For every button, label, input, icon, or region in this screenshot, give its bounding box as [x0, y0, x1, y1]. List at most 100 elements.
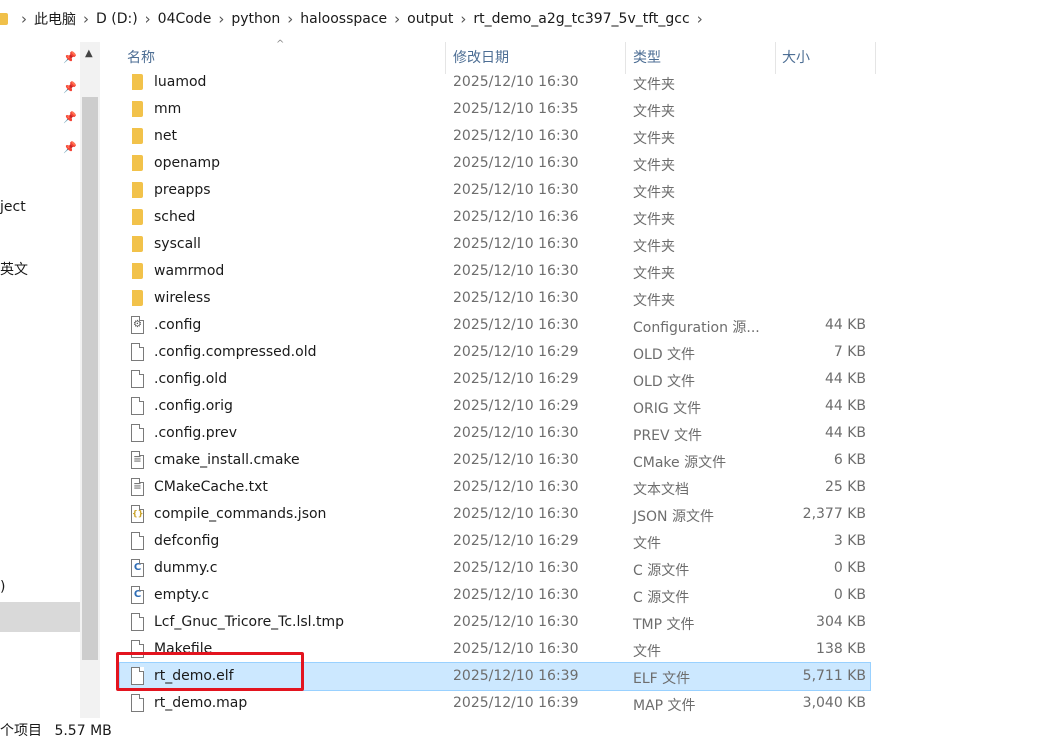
folder-icon: [132, 74, 143, 90]
file-type: 文件夹: [633, 239, 675, 255]
scroll-up-arrow-icon[interactable]: ▲: [85, 48, 93, 59]
file-icon: [131, 532, 144, 550]
folder-icon: [132, 128, 143, 144]
file-type: 文件: [633, 644, 661, 660]
file-size: 3,040 KB: [802, 695, 866, 711]
file-row[interactable]: wamrmod 2025/12/10 16:30 文件夹: [120, 258, 870, 285]
folder-icon: [132, 236, 143, 252]
breadcrumb-04code[interactable]: 04Code: [158, 11, 212, 27]
file-row[interactable]: Cdummy.c 2025/12/10 16:30 C 源文件 0 KB: [120, 555, 870, 582]
file-modified-date: 2025/12/10 16:30: [453, 587, 579, 603]
nav-scrollbar[interactable]: ▲: [80, 42, 100, 718]
file-type: 文件夹: [633, 131, 675, 147]
file-type: PREV 文件: [633, 428, 703, 444]
file-size: 3 KB: [833, 533, 866, 549]
file-modified-date: 2025/12/10 16:30: [453, 560, 579, 576]
file-icon: [131, 370, 144, 388]
file-modified-date: 2025/12/10 16:29: [453, 344, 579, 360]
file-type: 文件夹: [633, 293, 675, 309]
folder-icon: [0, 13, 8, 25]
file-size: 25 KB: [824, 479, 866, 495]
scrollbar-thumb[interactable]: [82, 97, 98, 660]
file-row[interactable]: .config.prev 2025/12/10 16:30 PREV 文件 44 KB: [120, 420, 870, 447]
file-modified-date: 2025/12/10 16:30: [453, 506, 579, 522]
file-modified-date: 2025/12/10 16:30: [453, 236, 579, 252]
file-modified-date: 2025/12/10 16:30: [453, 425, 579, 441]
file-type: OLD 文件: [633, 374, 696, 390]
file-modified-date: 2025/12/10 16:30: [453, 155, 579, 171]
file-row[interactable]: rt_demo.map 2025/12/10 16:39 MAP 文件 3,040 K…: [120, 690, 870, 717]
file-icon: [131, 613, 144, 631]
nav-item-drive[interactable]: ): [0, 579, 5, 595]
folder-icon: [132, 155, 143, 171]
pin-icon[interactable]: 📌: [63, 52, 77, 64]
file-row[interactable]: .config.old 2025/12/10 16:29 OLD 文件 44 KB: [120, 366, 870, 393]
breadcrumb-output[interactable]: output: [407, 11, 453, 27]
file-row[interactable]: mm 2025/12/10 16:35 文件夹: [120, 96, 870, 123]
c-file-icon: C: [131, 586, 144, 604]
nav-selected-item[interactable]: [0, 602, 80, 632]
nav-item-english[interactable]: 英文: [0, 259, 28, 279]
file-row[interactable]: .config.compressed.old 2025/12/10 16:29 OL…: [120, 339, 870, 366]
chevron-right-icon[interactable]: ›: [145, 10, 151, 28]
file-size: 44 KB: [824, 371, 866, 387]
folder-icon: [132, 182, 143, 198]
file-modified-date: 2025/12/10 16:29: [453, 371, 579, 387]
file-row[interactable]: ⚙ .config 2025/12/10 16:30 Configuration 源.…: [120, 312, 870, 339]
file-row[interactable]: wireless 2025/12/10 16:30 文件夹: [120, 285, 870, 312]
text-file-icon: ≡: [131, 451, 144, 469]
folder-icon: [132, 209, 143, 225]
file-size: 7 KB: [833, 344, 866, 360]
file-name: wireless: [154, 290, 211, 306]
file-row[interactable]: sched 2025/12/10 16:36 文件夹: [120, 204, 870, 231]
file-row[interactable]: ≡ CMakeCache.txt 2025/12/10 16:30 文本文档 25 KB: [120, 474, 870, 501]
file-row[interactable]: syscall 2025/12/10 16:30 文件夹: [120, 231, 870, 258]
file-type: 文件: [633, 536, 661, 552]
file-type: CMake 源文件: [633, 455, 727, 471]
file-size: 0 KB: [833, 560, 866, 576]
pin-icon[interactable]: 📌: [63, 142, 77, 154]
file-name: .config.orig: [154, 398, 233, 414]
file-name: net: [154, 128, 177, 144]
nav-item-project[interactable]: ject: [0, 199, 26, 215]
breadcrumb-haloosspace[interactable]: haloosspace: [300, 11, 387, 27]
file-row[interactable]: {} compile_commands.json 2025/12/10 16:30 J…: [120, 501, 870, 528]
file-row[interactable]: ≡ cmake_install.cmake 2025/12/10 16:30 CMak…: [120, 447, 870, 474]
config-file-icon: ⚙: [131, 316, 144, 334]
file-row[interactable]: Lcf_Gnuc_Tricore_Tc.lsl.tmp 2025/12/10 16…: [120, 609, 870, 636]
file-type: 文件夹: [633, 104, 675, 120]
file-modified-date: 2025/12/10 16:39: [453, 695, 579, 711]
file-icon: [131, 694, 144, 712]
chevron-right-icon[interactable]: ›: [83, 10, 89, 28]
file-modified-date: 2025/12/10 16:30: [453, 641, 579, 657]
breadcrumb-drive-d[interactable]: D (D:): [96, 11, 138, 27]
file-row[interactable]: net 2025/12/10 16:30 文件夹: [120, 123, 870, 150]
chevron-right-icon[interactable]: ›: [460, 10, 466, 28]
file-name: rt_demo.map: [154, 695, 248, 711]
chevron-right-icon[interactable]: ›: [287, 10, 293, 28]
file-size: 138 KB: [816, 641, 866, 657]
breadcrumb-current-folder[interactable]: rt_demo_a2g_tc397_5v_tft_gcc: [473, 11, 689, 27]
file-row[interactable]: preapps 2025/12/10 16:30 文件夹: [120, 177, 870, 204]
file-row[interactable]: luamod 2025/12/10 16:30 文件夹: [120, 69, 870, 96]
file-name: .config.prev: [154, 425, 237, 441]
file-size: 2,377 KB: [802, 506, 866, 522]
file-name: Lcf_Gnuc_Tricore_Tc.lsl.tmp: [154, 614, 345, 630]
file-modified-date: 2025/12/10 16:35: [453, 101, 579, 117]
breadcrumb-this-pc[interactable]: 此电脑: [34, 9, 76, 29]
file-row[interactable]: openamp 2025/12/10 16:30 文件夹: [120, 150, 870, 177]
file-row[interactable]: .config.orig 2025/12/10 16:29 ORIG 文件 44 KB: [120, 393, 870, 420]
pin-icon[interactable]: 📌: [63, 112, 77, 124]
chevron-right-icon[interactable]: ›: [218, 10, 224, 28]
column-divider[interactable]: [875, 42, 876, 74]
chevron-right-icon[interactable]: ›: [697, 10, 703, 28]
file-name: .config.old: [154, 371, 228, 387]
folder-icon: [132, 263, 143, 279]
file-icon: [131, 424, 144, 442]
pin-icon[interactable]: 📌: [63, 82, 77, 94]
file-type: ELF 文件: [633, 671, 691, 687]
file-row[interactable]: Cempty.c 2025/12/10 16:30 C 源文件 0 KB: [120, 582, 870, 609]
file-row[interactable]: defconfig 2025/12/10 16:29 文件 3 KB: [120, 528, 870, 555]
breadcrumb-python[interactable]: python: [231, 11, 280, 27]
chevron-right-icon[interactable]: ›: [394, 10, 400, 28]
